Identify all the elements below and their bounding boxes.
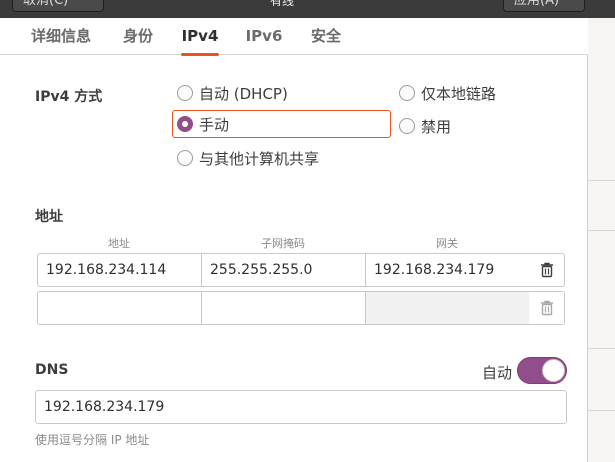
address-section-label: 地址	[35, 209, 63, 225]
background-window	[588, 18, 615, 462]
ipv4-method-label: IPv4 方式	[35, 89, 103, 105]
background-divider	[588, 230, 615, 231]
tab-identity[interactable]: 身份	[121, 18, 155, 55]
trash-icon	[540, 300, 553, 316]
cancel-button[interactable]: 取消(C)	[12, 0, 104, 12]
radio-label: 与其他计算机共享	[199, 149, 320, 168]
radio-selected-icon	[177, 116, 193, 132]
background-divider	[588, 348, 615, 349]
radio-disabled[interactable]: 禁用	[399, 112, 451, 140]
radio-label: 自动 (DHCP)	[199, 84, 288, 103]
column-header-netmask: 子网掩码	[261, 237, 305, 250]
dns-auto-switch[interactable]	[517, 357, 567, 384]
dns-section-label: DNS	[35, 362, 69, 378]
column-header-address: 地址	[108, 237, 130, 250]
apply-button[interactable]: 应用(A)	[503, 0, 585, 12]
netmask-input[interactable]	[201, 291, 366, 325]
switch-knob	[542, 359, 565, 382]
background-divider	[588, 180, 615, 181]
address-row: 192.168.234.114 255.255.255.0 192.168.23…	[37, 253, 565, 287]
radio-button-icon	[399, 118, 415, 134]
tab-details[interactable]: 详细信息	[30, 18, 92, 55]
netmask-input[interactable]: 255.255.255.0	[201, 253, 366, 287]
gateway-input[interactable]: 192.168.234.179	[365, 253, 530, 287]
dns-auto-label: 自动	[482, 364, 513, 382]
radio-auto-dhcp[interactable]: 自动 (DHCP)	[177, 79, 288, 107]
column-header-gateway: 网关	[436, 237, 458, 250]
tab-ipv6[interactable]: IPv6	[245, 18, 283, 55]
background-divider	[588, 410, 615, 411]
trash-icon	[540, 262, 553, 278]
gateway-input	[365, 291, 530, 325]
radio-button-icon	[177, 150, 193, 166]
radio-shared[interactable]: 与其他计算机共享	[177, 144, 319, 172]
delete-address-button[interactable]	[529, 253, 565, 287]
header-bar: 取消(C) 有线 应用(A)	[0, 0, 615, 18]
radio-label: 禁用	[421, 117, 452, 136]
tab-security[interactable]: 安全	[309, 18, 343, 55]
address-row	[37, 291, 565, 325]
window-title: 有线	[270, 0, 310, 6]
delete-address-button	[529, 291, 565, 325]
radio-link-local[interactable]: 仅本地链路	[399, 79, 496, 107]
radio-label: 手动	[199, 115, 230, 134]
radio-label: 仅本地链路	[421, 84, 497, 103]
address-input[interactable]: 192.168.234.114	[37, 253, 202, 287]
dns-input[interactable]: 192.168.234.179	[35, 390, 567, 424]
radio-button-icon	[177, 85, 193, 101]
address-input[interactable]	[37, 291, 202, 325]
radio-button-icon	[399, 85, 415, 101]
connection-settings-dialog: 详细信息 身份 IPv4 IPv6 安全 IPv4 方式 自动 (DHCP) 仅…	[0, 18, 588, 462]
dns-hint: 使用逗号分隔 IP 地址	[35, 433, 150, 447]
tab-ipv4[interactable]: IPv4	[181, 18, 219, 56]
radio-manual[interactable]: 手动	[172, 110, 391, 138]
tab-bar: 详细信息 身份 IPv4 IPv6 安全	[0, 18, 588, 56]
